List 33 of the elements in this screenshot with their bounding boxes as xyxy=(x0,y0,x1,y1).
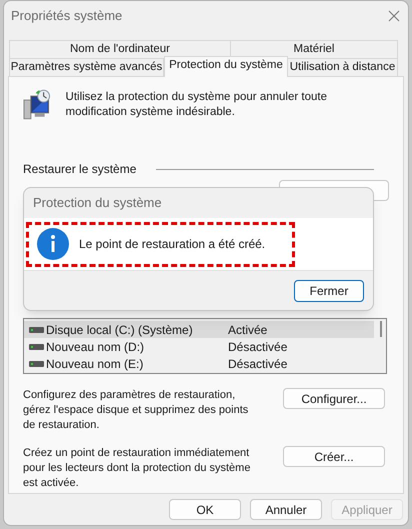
tab[interactable]: Paramètres système avancés xyxy=(9,58,164,76)
info-icon xyxy=(37,228,69,260)
create-button[interactable]: Créer... xyxy=(283,446,385,467)
protection-status: Désactivée xyxy=(228,356,288,372)
tab[interactable]: Nom de l'ordinateur xyxy=(9,40,231,58)
drive-name: Disque local (C:) (Système) xyxy=(46,322,194,338)
drive-icon xyxy=(29,344,44,350)
drive-name: Nouveau nom (D:) xyxy=(46,338,146,356)
description-text: Créez un point de restauration immédiatement pour les lecteurs dont la protection du système est activée. xyxy=(23,446,252,491)
close-icon[interactable] xyxy=(388,10,400,22)
protection-status: Désactivée xyxy=(228,338,288,356)
protection-status: Activée xyxy=(228,322,268,338)
drive-row[interactable]: Nouveau nom (D:) Désactivée xyxy=(24,338,374,355)
window-title: Propriétés système xyxy=(11,7,122,26)
section-heading: Restaurer le système xyxy=(23,161,136,178)
dialog-button[interactable]: Annuler xyxy=(250,499,322,520)
tab[interactable]: Protection du système xyxy=(164,56,288,77)
drive-name: Nouveau nom (E:) xyxy=(46,356,144,372)
drive-icon xyxy=(29,360,44,366)
computer-icon xyxy=(23,88,51,120)
description-text: Utilisez la protection du système pour annuler toute modification système indésirable. xyxy=(66,90,328,120)
scrollbar-thumb[interactable] xyxy=(380,321,382,337)
tab[interactable]: Matériel xyxy=(230,40,398,58)
tab[interactable]: Utilisation à distance xyxy=(287,58,398,76)
description-text: Configurez des paramètres de restauration, gérez l'espace disque et supprimez des points de restauration. xyxy=(23,388,250,433)
configure-button[interactable]: Configurer... xyxy=(283,388,385,409)
dialog-title: Protection du système xyxy=(33,194,162,212)
dialog-button[interactable]: OK xyxy=(169,499,241,520)
dialog-message: Le point de restauration a été créé. xyxy=(79,236,266,253)
close-button[interactable]: Fermer xyxy=(294,280,364,302)
drive-row[interactable]: Nouveau nom (E:) Désactivée xyxy=(24,355,374,372)
drive-row[interactable]: Disque local (C:) (Système) Activée xyxy=(24,321,374,338)
drive-icon xyxy=(29,326,44,332)
